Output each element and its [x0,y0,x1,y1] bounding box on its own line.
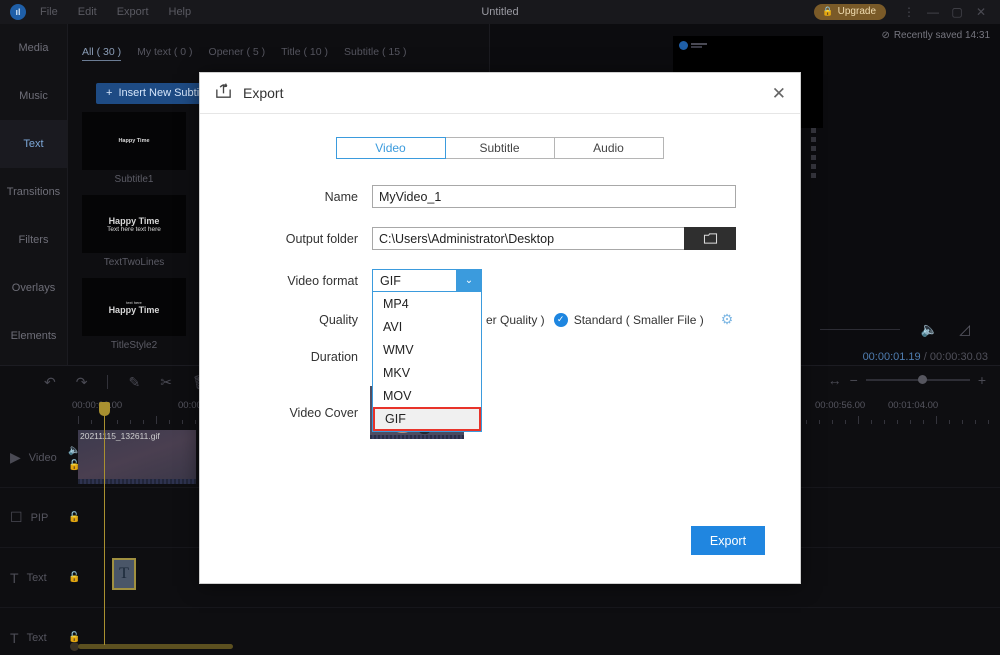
option-wmv[interactable]: WMV [373,338,481,361]
field-row-name: Name MyVideo_1 [200,185,800,208]
output-folder-label: Output folder [285,231,358,246]
quality-label: Quality [319,312,358,327]
dialog-title: Export [243,85,284,101]
option-avi[interactable]: AVI [373,315,481,338]
quality-hd-label: er Quality ) [486,312,545,327]
video-format-label: Video format [287,273,358,288]
tab-subtitle[interactable]: Subtitle [444,137,555,159]
option-gif[interactable]: GIF [373,407,481,431]
quality-standard-label: Standard ( Smaller File ) [573,312,704,327]
folder-browse-button[interactable] [684,227,736,250]
video-cover-label: Video Cover [289,405,358,420]
export-dialog: Export ✕ Video Subtitle Audio Name MyVid… [199,72,801,584]
field-row-output-folder: Output folder C:\Users\Administrator\Des… [200,227,800,250]
option-mp4[interactable]: MP4 [373,292,481,315]
gear-icon[interactable]: ⚙ [721,311,734,328]
field-row-video-format: Video format GIF ⌄ MP4 AVI WMV MKV MOV G… [200,269,800,432]
duration-label: Duration [310,350,358,364]
export-button[interactable]: Export [691,526,765,555]
chevron-down-icon[interactable]: ⌄ [456,269,482,292]
quality-option-standard[interactable]: ✓ Standard ( Smaller File ) [553,312,704,327]
option-mov[interactable]: MOV [373,384,481,407]
export-form: Name MyVideo_1 Output folder C:\Users\Ad… [200,185,800,439]
export-icon [214,81,233,105]
video-format-select[interactable]: GIF ⌄ MP4 AVI WMV MKV MOV GIF [372,269,482,432]
field-row-duration: Duration [200,350,800,364]
dialog-close-icon[interactable]: ✕ [772,85,786,102]
output-folder-input[interactable]: C:\Users\Administrator\Desktop [372,227,684,250]
folder-icon [703,233,717,244]
name-input[interactable]: MyVideo_1 [372,185,736,208]
video-format-options: MP4 AVI WMV MKV MOV GIF [372,292,482,432]
export-type-tabs: Video Subtitle Audio [200,137,800,159]
application-window: ıl File Edit Export Help Untitled 🔒 Upgr… [0,0,1000,655]
field-row-quality: Quality er Quality ) ✓ Standard ( Smalle… [200,311,800,328]
tab-video[interactable]: Video [335,137,446,159]
tab-audio[interactable]: Audio [553,137,664,159]
modal-overlay: Export ✕ Video Subtitle Audio Name MyVid… [0,0,1000,655]
option-mkv[interactable]: MKV [373,361,481,384]
field-row-video-cover: Video Cover [200,386,800,439]
quality-option-hd[interactable]: er Quality ) [486,313,545,327]
name-label: Name [324,189,358,204]
radio-checked-icon: ✓ [553,312,568,327]
dialog-header: Export ✕ [200,73,800,114]
